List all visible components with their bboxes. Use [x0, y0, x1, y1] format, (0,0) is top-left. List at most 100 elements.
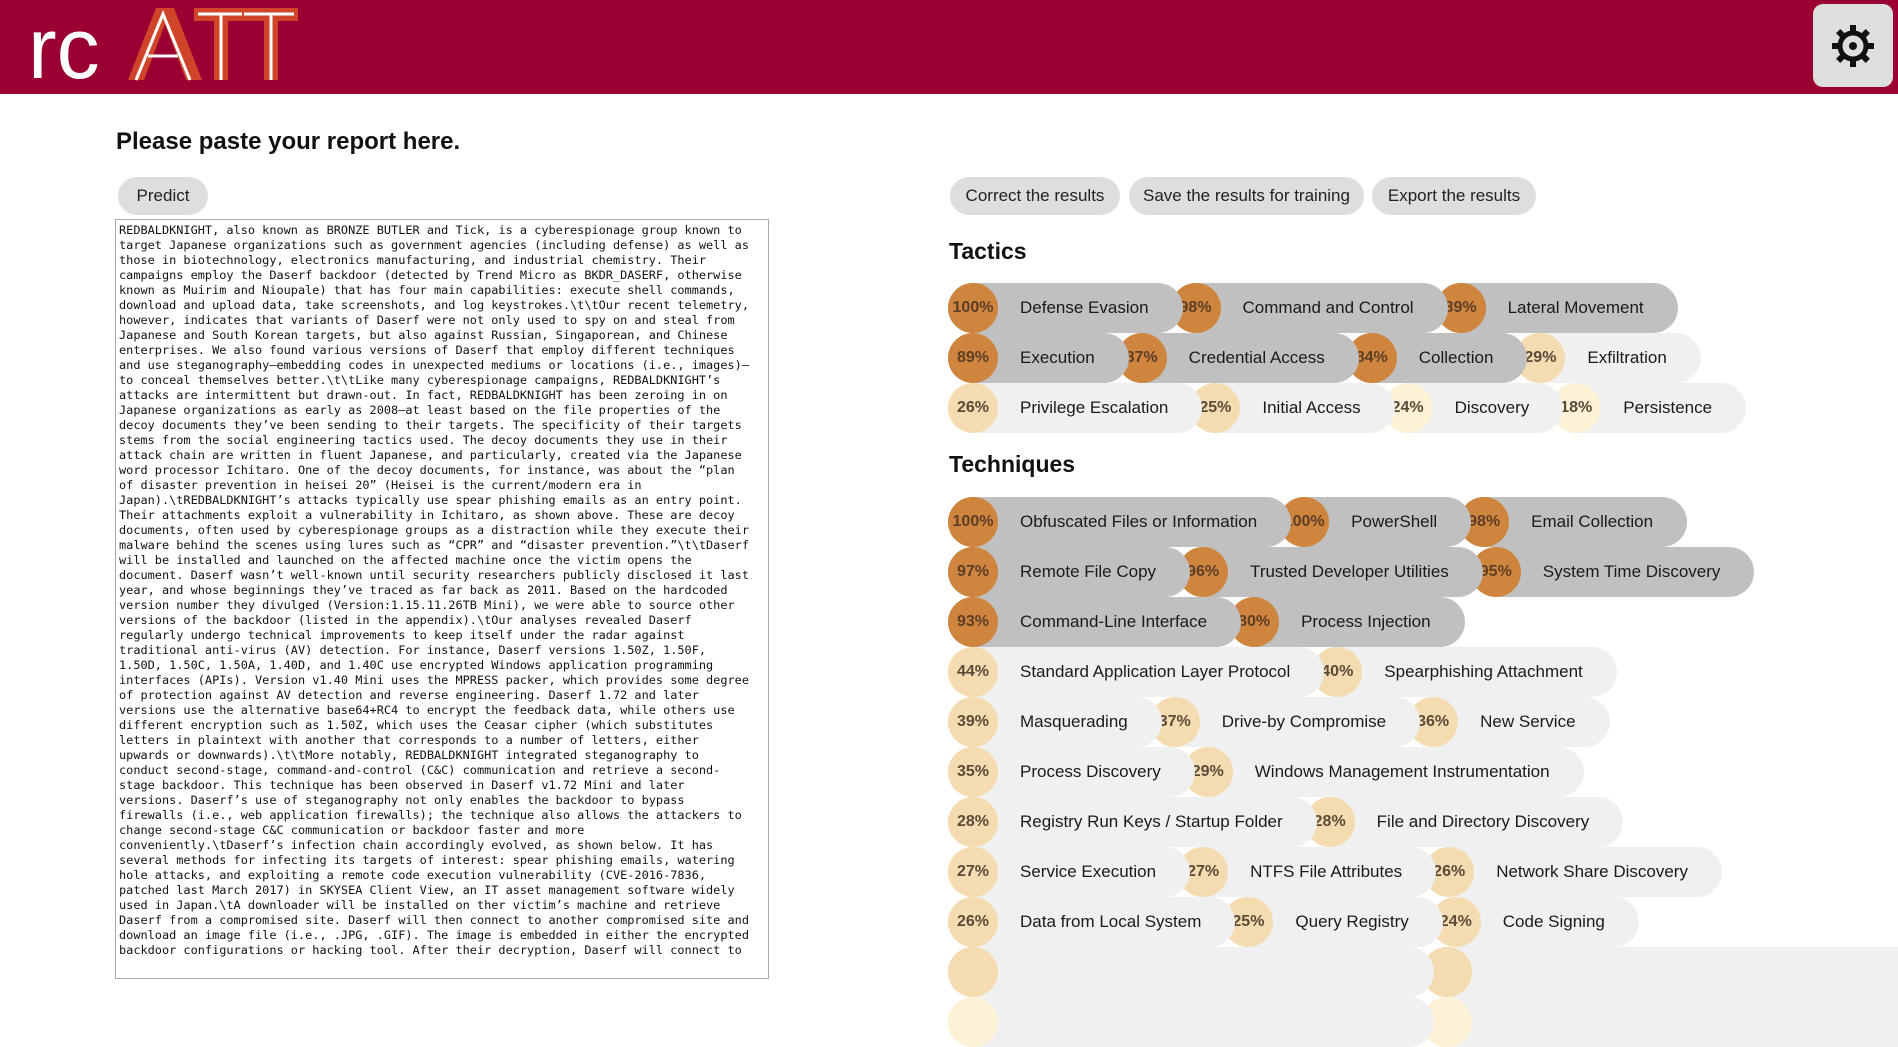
technique-label: Network Share Discovery — [1496, 862, 1688, 881]
technique-pill[interactable]: 26% Data from Local System — [948, 897, 1236, 947]
technique-confidence-badge: 35% — [948, 747, 998, 797]
save-results-button[interactable]: Save the results for training — [1129, 177, 1364, 215]
technique-pill[interactable]: 28% File and Directory Discovery — [1304, 797, 1624, 847]
tactic-row: 89% Execution 87% Credential Access 84% Colle… — [948, 333, 1888, 383]
export-results-button[interactable]: Export the results — [1372, 177, 1536, 215]
tactic-pill[interactable]: 24% Discovery — [1382, 383, 1564, 433]
tactic-pill[interactable]: 18% Persistence — [1551, 383, 1747, 433]
technique-confidence-badge: 26% — [948, 897, 998, 947]
techniques-heading: Techniques — [949, 451, 1076, 477]
technique-pill[interactable]: 80% Process Injection — [1229, 597, 1465, 647]
technique-label: Spearphishing Attachment — [1384, 662, 1583, 681]
technique-label: File and Directory Discovery — [1376, 812, 1590, 831]
technique-pill[interactable] — [1422, 997, 1898, 1047]
technique-pill[interactable]: 28% Registry Run Keys / Startup Folder — [948, 797, 1317, 847]
technique-pill[interactable]: 97% Remote File Copy — [948, 547, 1191, 597]
technique-pill[interactable]: 96% Trusted Developer Utilities — [1178, 547, 1483, 597]
technique-pill[interactable]: 35% Process Discovery — [948, 747, 1195, 797]
tactic-label: Credential Access — [1188, 348, 1325, 367]
settings-button[interactable] — [1813, 4, 1893, 87]
technique-label: Windows Management Instrumentation — [1254, 762, 1550, 781]
technique-label: Process Injection — [1301, 612, 1431, 631]
technique-label: Remote File Copy — [1020, 562, 1157, 581]
tactic-label: Initial Access — [1262, 398, 1361, 417]
tactic-pill[interactable]: 29% Exfiltration — [1515, 333, 1701, 383]
tactic-label: Defense Evasion — [1020, 298, 1149, 317]
rcatt-logo[interactable]: rc — [28, 4, 298, 88]
page-title: Please paste your report here. — [116, 128, 461, 155]
technique-label: Drive-by Compromise — [1221, 712, 1387, 731]
tactic-pill[interactable]: 89% Execution — [948, 333, 1129, 383]
technique-label: Masquerading — [1020, 712, 1128, 731]
technique-pill[interactable]: 25% Query Registry — [1223, 897, 1443, 947]
tactics-list: 100% Defense Evasion 98% Command and Contro… — [948, 283, 1888, 433]
tactic-pill[interactable]: 84% Collection — [1346, 333, 1528, 383]
technique-confidence-badge: 39% — [948, 697, 998, 747]
tactic-pill[interactable]: 25% Initial Access — [1190, 383, 1395, 433]
technique-label: Service Execution — [1020, 862, 1157, 881]
technique-pill[interactable]: 39% Masquerading — [948, 697, 1162, 747]
tactic-label: Execution — [1020, 348, 1095, 367]
technique-pill[interactable]: 44% Standard Application Layer Protocol — [948, 647, 1325, 697]
tactic-pill[interactable]: 26% Privilege Escalation — [948, 383, 1203, 433]
app-header: rc — [0, 0, 1898, 94]
technique-label: Standard Application Layer Protocol — [1020, 662, 1291, 681]
technique-pill[interactable]: 95% System Time Discovery — [1470, 547, 1755, 597]
technique-pill[interactable] — [948, 947, 1434, 997]
technique-pill[interactable]: 100% Obfuscated Files or Information — [948, 497, 1292, 547]
technique-label: New Service — [1480, 712, 1576, 731]
tactic-label: Exfiltration — [1587, 348, 1667, 367]
tactics-heading: Tactics — [949, 238, 1027, 264]
technique-label: Query Registry — [1295, 912, 1409, 931]
tactic-pill[interactable]: 89% Lateral Movement — [1435, 283, 1678, 333]
technique-label: Command-Line Interface — [1020, 612, 1208, 631]
tactic-confidence-badge: 89% — [948, 333, 998, 383]
logo-prefix: rc — [28, 4, 100, 88]
tactic-label: Privilege Escalation — [1020, 398, 1169, 417]
tactic-label: Discovery — [1454, 398, 1530, 417]
technique-label: Obfuscated Files or Information — [1020, 512, 1258, 531]
technique-pill[interactable]: 26% Network Share Discovery — [1424, 847, 1722, 897]
technique-pill[interactable] — [948, 997, 1434, 1047]
technique-row: 39% Masquerading 37% Drive-by Compromise 36%… — [948, 697, 1888, 747]
tactic-label: Persistence — [1623, 398, 1713, 417]
technique-confidence-badge — [948, 947, 998, 997]
correct-results-button[interactable]: Correct the results — [950, 177, 1120, 215]
technique-confidence-badge: 27% — [948, 847, 998, 897]
tactic-pill[interactable]: 87% Credential Access — [1116, 333, 1359, 383]
technique-row: 28% Registry Run Keys / Startup Folder 28%… — [948, 797, 1888, 847]
tactic-label: Lateral Movement — [1507, 298, 1644, 317]
technique-pill[interactable]: 93% Command-Line Interface — [948, 597, 1242, 647]
logo-graphic: rc — [28, 4, 298, 88]
tactic-row: 26% Privilege Escalation 25% Initial Access… — [948, 383, 1888, 433]
technique-row: 27% Service Execution 27% NTFS File Attribu… — [948, 847, 1888, 897]
predict-button[interactable]: Predict — [118, 177, 208, 215]
technique-pill[interactable] — [1422, 947, 1898, 997]
technique-confidence-badge: 28% — [948, 797, 998, 847]
technique-pill[interactable]: 37% Drive-by Compromise — [1149, 697, 1421, 747]
technique-label: NTFS File Attributes — [1250, 862, 1403, 881]
technique-label: Process Discovery — [1020, 762, 1161, 781]
tactic-pill[interactable]: 100% Defense Evasion — [948, 283, 1183, 333]
technique-pill[interactable]: 40% Spearphishing Attachment — [1312, 647, 1617, 697]
technique-pill[interactable]: 24% Code Signing — [1430, 897, 1639, 947]
technique-pill[interactable]: 27% Service Execution — [948, 847, 1191, 897]
technique-label: PowerShell — [1351, 512, 1438, 531]
technique-pill[interactable]: 36% New Service — [1408, 697, 1610, 747]
technique-row: 100% Obfuscated Files or Information 100% P… — [948, 497, 1888, 547]
technique-row — [948, 947, 1898, 997]
technique-pill[interactable]: 27% NTFS File Attributes — [1178, 847, 1437, 897]
technique-row: 97% Remote File Copy 96% Trusted Developer … — [948, 547, 1888, 597]
technique-pill[interactable]: 100% PowerShell — [1279, 497, 1472, 547]
technique-label: System Time Discovery — [1542, 562, 1721, 581]
technique-confidence-badge: 97% — [948, 547, 998, 597]
report-textarea[interactable] — [115, 219, 769, 979]
technique-confidence-badge — [948, 997, 998, 1047]
tactic-confidence-badge: 26% — [948, 383, 998, 433]
tactic-label: Command and Control — [1242, 298, 1414, 317]
technique-pill[interactable]: 98% Email Collection — [1459, 497, 1688, 547]
technique-pill[interactable]: 29% Windows Management Instrumentation — [1182, 747, 1584, 797]
tactic-label: Collection — [1418, 348, 1494, 367]
techniques-list: 100% Obfuscated Files or Information 100% P… — [948, 497, 1898, 1047]
tactic-pill[interactable]: 98% Command and Control — [1170, 283, 1448, 333]
